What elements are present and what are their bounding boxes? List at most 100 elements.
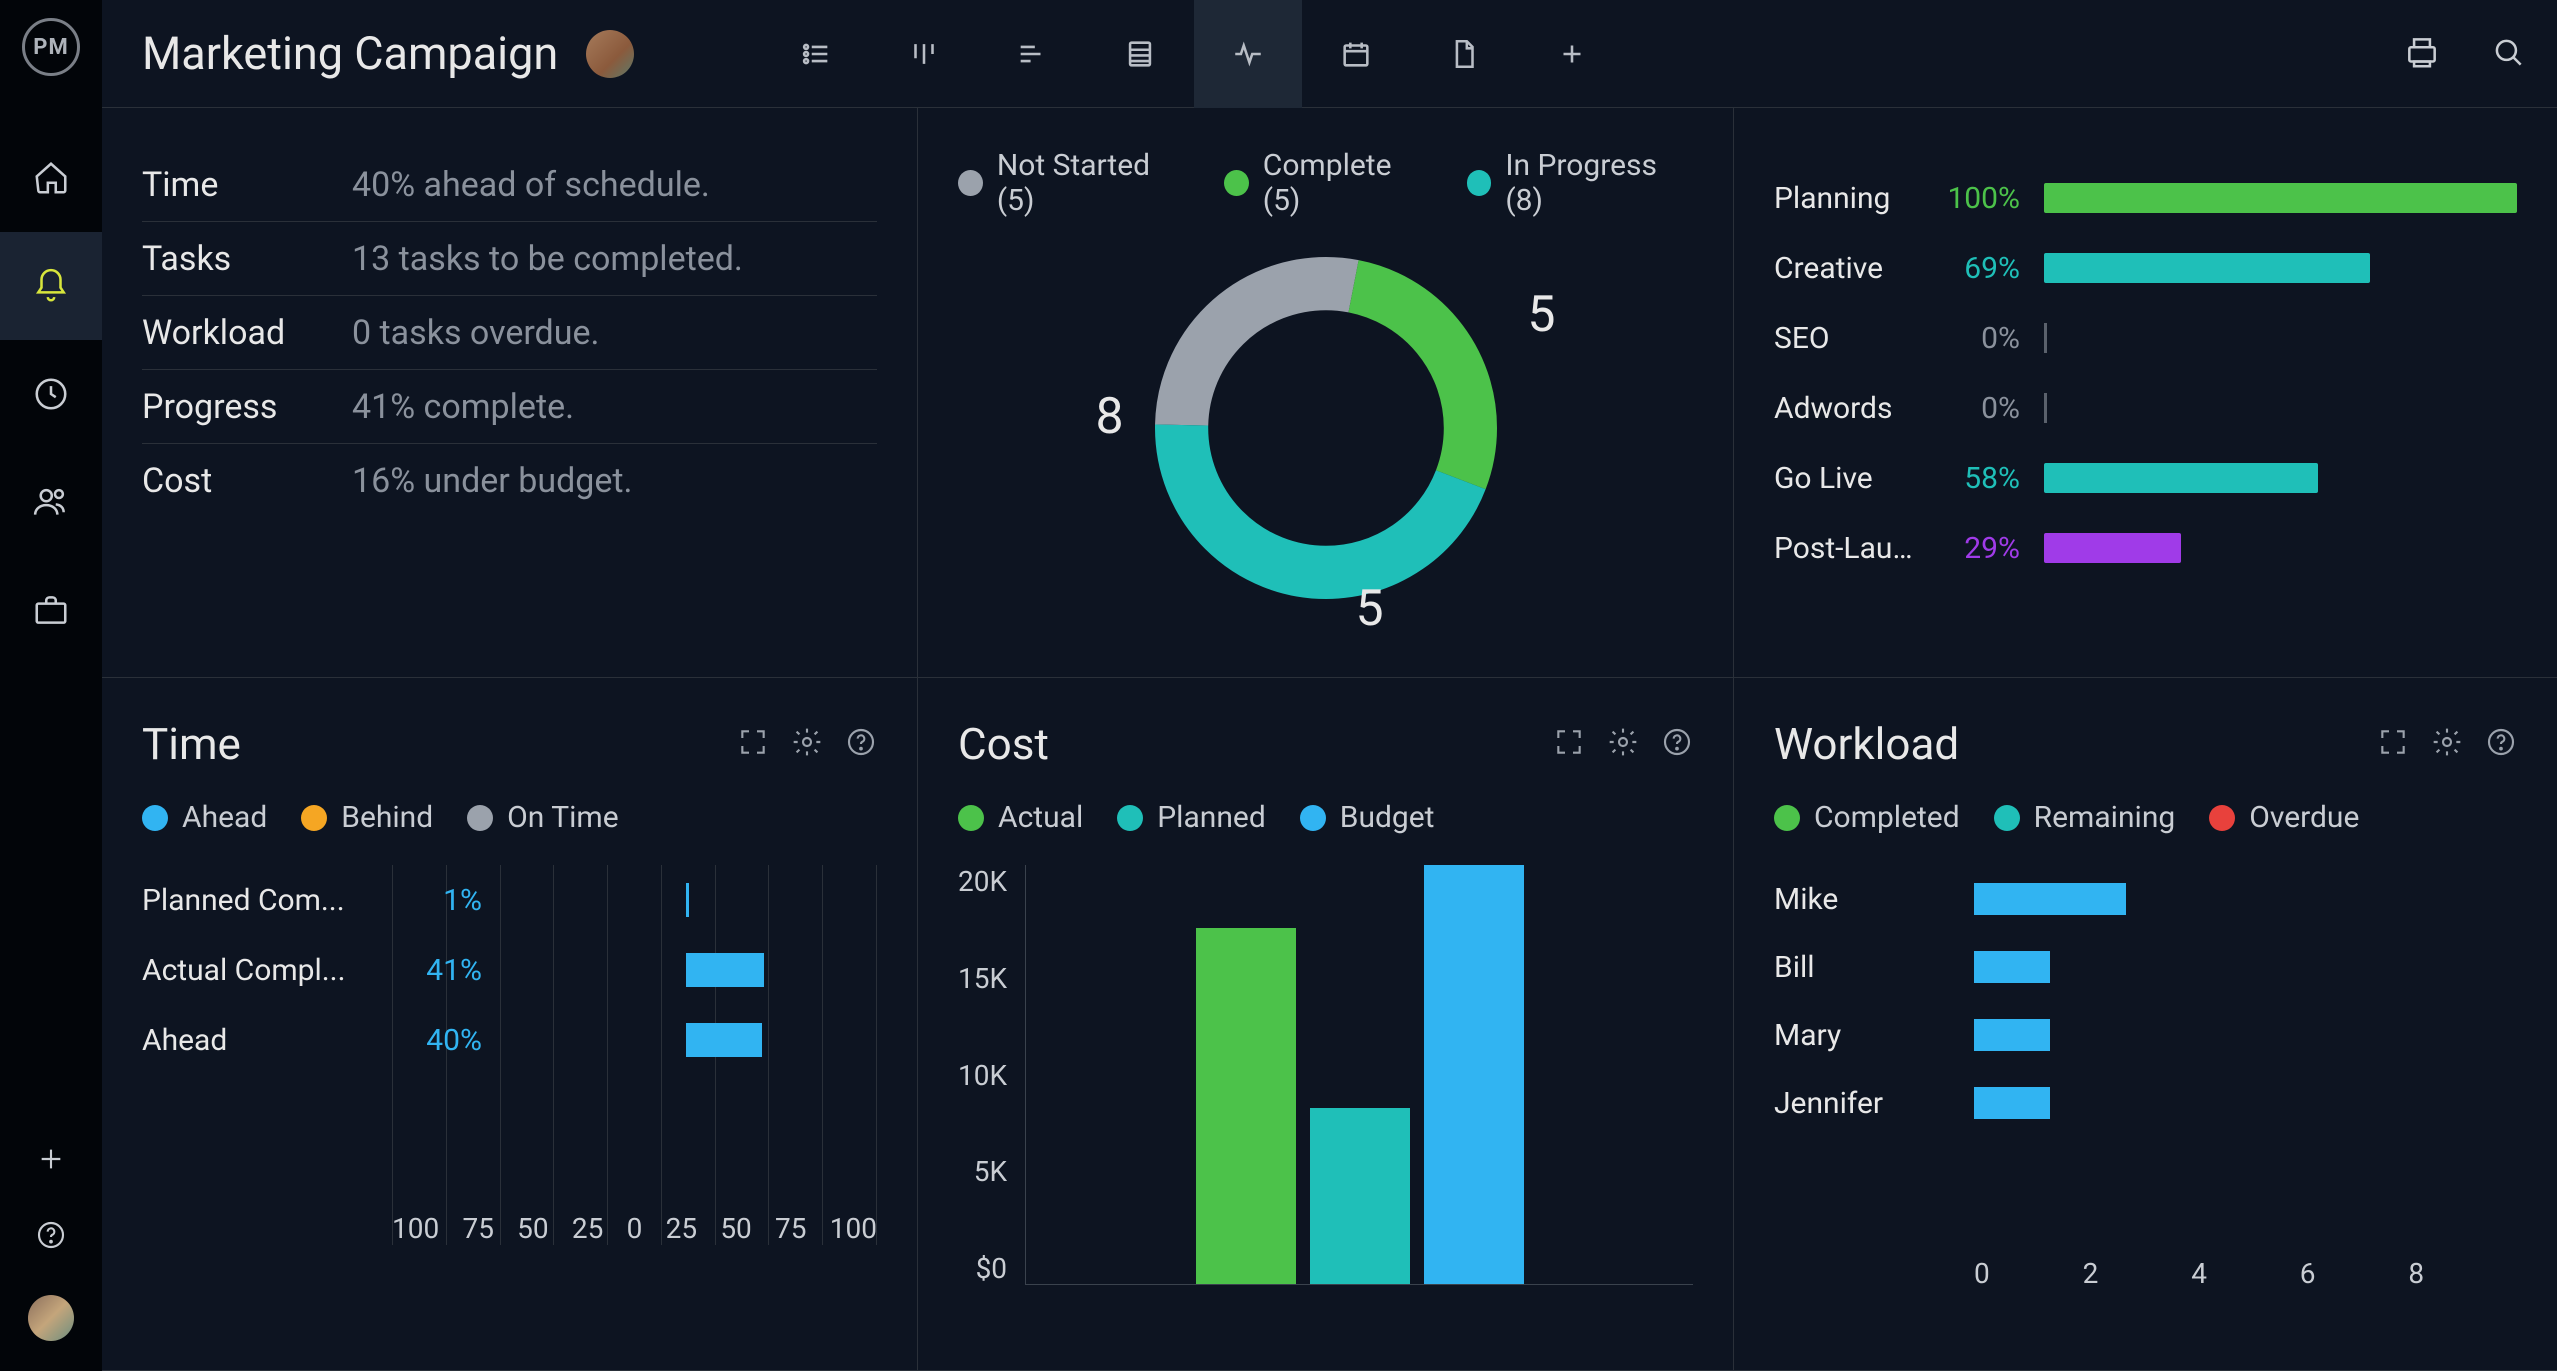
plus-icon	[1555, 37, 1589, 71]
nav-help[interactable]	[35, 1219, 67, 1255]
progress-fill	[2044, 183, 2517, 213]
legend-item[interactable]: Ahead	[142, 800, 267, 835]
cost-bar-planned	[1310, 1108, 1410, 1284]
axis-tick: 4	[2191, 1257, 2300, 1290]
print-button[interactable]	[2403, 33, 2441, 75]
print-icon	[2403, 33, 2441, 71]
view-dashboard[interactable]	[1194, 0, 1302, 108]
legend-item[interactable]: Overdue	[2209, 800, 2359, 835]
axis-tick: 5K	[974, 1155, 1007, 1188]
summary-key: Progress	[142, 387, 352, 427]
axis-tick: 75	[462, 1212, 493, 1245]
nav-notifications[interactable]	[0, 232, 102, 340]
panel-title: Time	[142, 718, 241, 770]
search-icon	[2489, 33, 2527, 71]
axis-tick: $0	[976, 1252, 1007, 1285]
progress-row[interactable]: Creative69%	[1774, 233, 2517, 303]
user-avatar-rail[interactable]	[28, 1295, 74, 1341]
briefcase-icon	[32, 591, 70, 629]
donut-value-inprogress: 8	[1096, 388, 1124, 446]
expand-button[interactable]	[2377, 726, 2409, 762]
project-owner-avatar[interactable]	[586, 30, 634, 78]
search-button[interactable]	[2489, 33, 2527, 75]
progress-row[interactable]: Adwords0%	[1774, 373, 2517, 443]
workload-row: Jennifer	[1774, 1069, 2517, 1137]
legend-item[interactable]: Planned	[1117, 800, 1266, 835]
cost-bar-budget	[1424, 865, 1524, 1284]
legend-label: Behind	[341, 800, 433, 835]
home-icon	[32, 159, 70, 197]
workload-bar-zone	[1974, 883, 2517, 915]
summary-row: Progress41% complete.	[142, 370, 877, 444]
view-sheet[interactable]	[1086, 0, 1194, 108]
settings-button[interactable]	[1607, 726, 1639, 762]
legend-dot	[2209, 805, 2235, 831]
legend-label: Ahead	[182, 800, 267, 835]
progress-label: SEO	[1774, 321, 1914, 356]
workload-legend: Completed Remaining Overdue	[1774, 800, 2517, 835]
legend-item[interactable]: Behind	[301, 800, 433, 835]
status-donut-panel: Not Started (5) Complete (5) In Progress…	[918, 108, 1734, 678]
panel-title: Workload	[1774, 718, 1959, 770]
summary-row: Time40% ahead of schedule.	[142, 148, 877, 222]
info-button[interactable]	[845, 726, 877, 762]
progress-percent: 0%	[1938, 391, 2020, 426]
legend-item[interactable]: Actual	[958, 800, 1083, 835]
view-list[interactable]	[762, 0, 870, 108]
workload-label: Bill	[1774, 950, 1974, 985]
info-button[interactable]	[1661, 726, 1693, 762]
view-calendar[interactable]	[1302, 0, 1410, 108]
donut-value-complete: 5	[1356, 580, 1384, 638]
legend-item[interactable]: Not Started (5)	[958, 148, 1186, 218]
nav-home[interactable]	[0, 124, 102, 232]
progress-label: Planning	[1774, 181, 1914, 216]
time-chart[interactable]: Planned Com...1%Actual Compl...41%Ahead4…	[142, 865, 877, 1245]
workload-label: Mary	[1774, 1018, 1974, 1053]
cost-chart[interactable]: 20K15K10K5K$0	[958, 865, 1693, 1285]
view-board[interactable]	[870, 0, 978, 108]
nav-team[interactable]	[0, 448, 102, 556]
workload-bar	[1974, 1087, 2050, 1119]
progress-track	[2044, 323, 2517, 353]
workload-label: Jennifer	[1774, 1086, 1974, 1121]
summary-row: Tasks13 tasks to be completed.	[142, 222, 877, 296]
info-button[interactable]	[2485, 726, 2517, 762]
progress-row[interactable]: Go Live58%	[1774, 443, 2517, 513]
help-icon	[845, 726, 877, 758]
settings-button[interactable]	[791, 726, 823, 762]
axis-tick: 50	[517, 1212, 548, 1245]
view-gantt[interactable]	[978, 0, 1086, 108]
donut-chart[interactable]: 5 5 8	[1136, 238, 1516, 618]
view-files[interactable]	[1410, 0, 1518, 108]
nav-add[interactable]	[35, 1143, 67, 1179]
legend-item[interactable]: In Progress (8)	[1467, 148, 1693, 218]
nav-recent[interactable]	[0, 340, 102, 448]
progress-percent: 29%	[1938, 531, 2020, 566]
progress-track	[2044, 183, 2517, 213]
workload-panel: Workload Completed Remaining Overdue Mik…	[1734, 678, 2557, 1371]
expand-icon	[2377, 726, 2409, 758]
axis-tick: 25	[572, 1212, 603, 1245]
progress-fill	[2044, 533, 2181, 563]
expand-button[interactable]	[737, 726, 769, 762]
workload-chart[interactable]: MikeBillMaryJennifer 02468	[1774, 865, 2517, 1290]
nav-portfolio[interactable]	[0, 556, 102, 664]
progress-track	[2044, 463, 2517, 493]
legend-item[interactable]: Remaining	[1994, 800, 2176, 835]
expand-button[interactable]	[1553, 726, 1585, 762]
legend-item[interactable]: Complete (5)	[1224, 148, 1429, 218]
app-logo[interactable]: PM	[22, 18, 80, 76]
view-add[interactable]	[1518, 0, 1626, 108]
axis-tick: 75	[775, 1212, 806, 1245]
progress-label: Creative	[1774, 251, 1914, 286]
settings-button[interactable]	[2431, 726, 2463, 762]
axis-tick: 10K	[958, 1059, 1007, 1092]
progress-row[interactable]: Post-Lau...29%	[1774, 513, 2517, 583]
progress-row[interactable]: Planning100%	[1774, 163, 2517, 233]
legend-item[interactable]: Completed	[1774, 800, 1960, 835]
legend-item[interactable]: On Time	[467, 800, 618, 835]
legend-item[interactable]: Budget	[1300, 800, 1435, 835]
progress-row[interactable]: SEO0%	[1774, 303, 2517, 373]
panel-title: Cost	[958, 718, 1049, 770]
legend-dot	[1467, 170, 1492, 196]
